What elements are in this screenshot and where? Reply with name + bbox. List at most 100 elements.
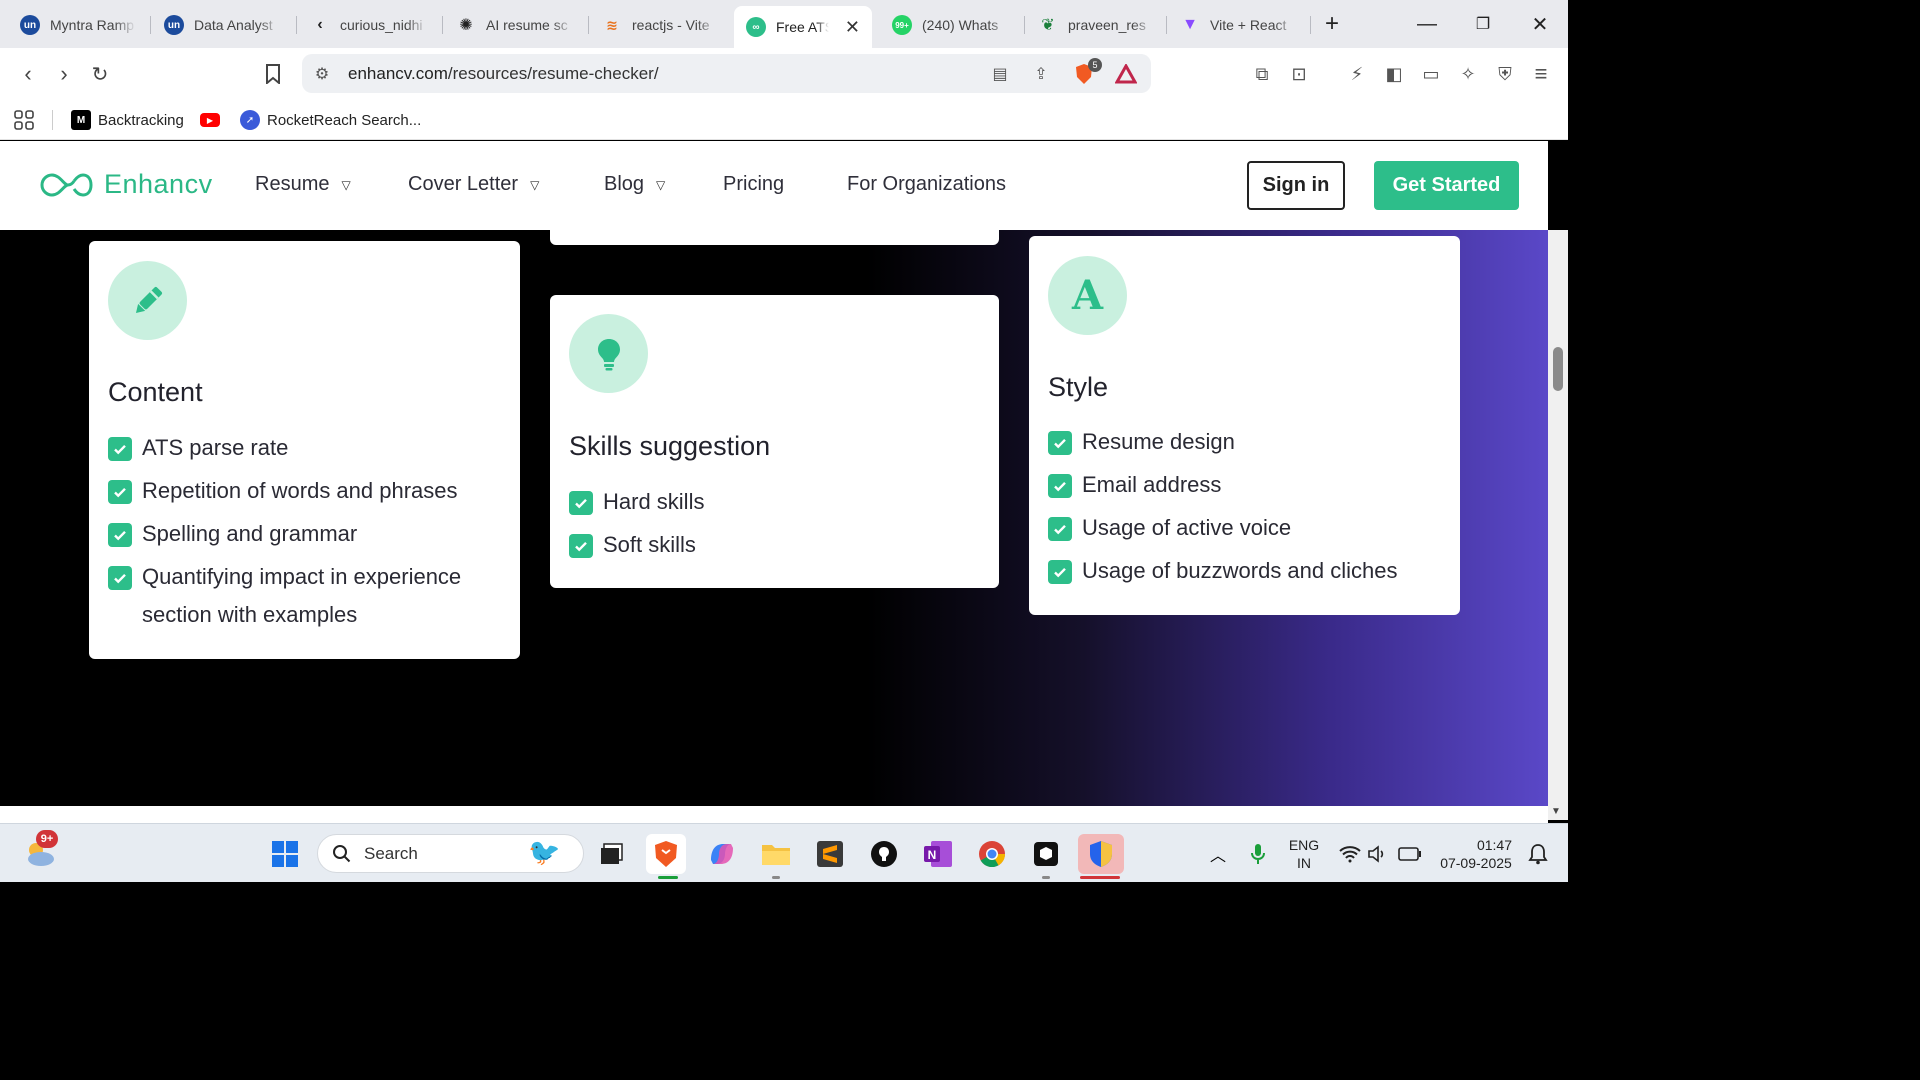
search-icon (333, 844, 351, 862)
enhancv-icon: ∞ (746, 17, 766, 37)
bookmark-youtube[interactable]: ▶ (200, 108, 220, 132)
rocketreach-icon: ➚ (240, 110, 260, 130)
task-view-icon[interactable] (592, 834, 632, 874)
new-tab-button[interactable]: + (1317, 10, 1347, 38)
vite-icon: ▼ (1182, 16, 1198, 33)
github-desktop-icon[interactable] (864, 834, 904, 874)
brave-browser-icon[interactable] (646, 834, 686, 874)
checkbox-checked-icon (1048, 517, 1072, 541)
address-bar[interactable]: ⚙ enhancv.com/resources/resume-checker/ … (302, 54, 1151, 93)
clock[interactable]: 01:47 07-09-2025 (1432, 836, 1520, 872)
windows-start-icon[interactable] (265, 834, 305, 874)
tab-ai-resume[interactable]: ✺ AI resume sc (444, 6, 586, 44)
bookmark-rocketreach[interactable]: ➚ RocketReach Search... (240, 108, 421, 132)
app-cube-icon[interactable] (1026, 834, 1066, 874)
list-item: Spelling and grammar (108, 515, 508, 553)
enhancv-logo[interactable]: Enhancv (38, 169, 213, 200)
stackoverflow-icon: ≋ (606, 16, 618, 33)
skills-card: Skills suggestion Hard skills Soft skill… (550, 295, 999, 588)
share-icon[interactable]: ⇪ (1029, 62, 1053, 86)
microphone-icon[interactable] (1238, 834, 1278, 874)
sidebar-icon[interactable]: ◧ (1382, 62, 1406, 86)
bookmark-backtracking[interactable]: M Backtracking (71, 108, 184, 132)
card-title: Skills suggestion (569, 431, 771, 461)
window-close-icon[interactable]: ✕ (1525, 10, 1555, 38)
browser-toolbar: ‹ › ↻ ⚙ enhancv.com/resources/resume-che… (0, 48, 1568, 100)
sublime-text-icon[interactable] (810, 834, 850, 874)
vpn-icon[interactable]: ⛨ (1493, 62, 1517, 86)
notifications-bell-icon[interactable] (1518, 834, 1558, 874)
tab-strip: un Myntra Ramp un Data Analyst ‹ curious… (0, 0, 1568, 48)
scrollbar-thumb[interactable] (1553, 347, 1563, 391)
svg-text:N: N (928, 848, 937, 862)
list-item: Usage of buzzwords and cliches (1048, 552, 1448, 590)
nav-cover-letter[interactable]: Cover Letter ▽ (408, 173, 539, 196)
tab-free-ats[interactable]: ∞ Free ATS ✕ (734, 6, 872, 48)
site-settings-icon[interactable]: ⚙ (310, 62, 334, 86)
list-item: Quantifying impact in experience section… (108, 558, 508, 634)
reader-mode-icon[interactable]: ▤ (988, 62, 1012, 86)
minimize-icon[interactable]: — (1412, 10, 1442, 38)
tab-reactjs-vite[interactable]: ≋ reactjs - Vite (590, 6, 730, 44)
checkbox-checked-icon (108, 480, 132, 504)
skills-checklist: Hard skills Soft skills (569, 483, 969, 569)
onenote-icon[interactable]: N (918, 834, 958, 874)
unstop-icon: un (20, 15, 40, 35)
tab-data-analyst[interactable]: un Data Analyst (152, 6, 292, 44)
chevron-up-icon[interactable]: ︿ (1198, 834, 1238, 874)
extensions-icon[interactable]: ⧉ (1250, 62, 1274, 86)
chrome-icon[interactable] (972, 834, 1012, 874)
copilot-icon[interactable] (702, 834, 742, 874)
battery-icon[interactable] (1390, 834, 1430, 874)
wallet-icon[interactable]: ▭ (1419, 62, 1443, 86)
menu-icon[interactable]: ≡ (1529, 61, 1553, 86)
checkbox-checked-icon (1048, 560, 1072, 584)
nav-for-organizations[interactable]: For Organizations (847, 173, 1006, 196)
tab-leetcode[interactable]: ‹ curious_nidhi (298, 6, 440, 44)
nav-resume[interactable]: Resume ▽ (255, 173, 351, 196)
checkbox-checked-icon (569, 491, 593, 515)
content-card: Content ATS parse rate Repetition of wor… (89, 241, 520, 659)
enhancv-logo-icon (40, 172, 93, 197)
youtube-icon: ▶ (200, 113, 220, 127)
checkbox-checked-icon (108, 437, 132, 461)
list-item: Email address (1048, 466, 1448, 504)
page-scrollbar[interactable] (1548, 230, 1568, 820)
speedreader-icon[interactable]: ⚡ (1345, 62, 1369, 86)
nav-pricing[interactable]: Pricing (723, 173, 784, 196)
tab-myntra[interactable]: un Myntra Ramp (8, 6, 148, 44)
taskbar-search[interactable]: Search 🐦 (317, 834, 584, 873)
tab-vite-react[interactable]: ▼ Vite + React (1168, 6, 1308, 44)
checkbox-checked-icon (1048, 474, 1072, 498)
notification-badge: 9+ (36, 830, 58, 848)
language-indicator[interactable]: ENG IN (1284, 836, 1324, 872)
scroll-down-arrow-icon[interactable]: ▼ (1551, 806, 1561, 817)
brave-rewards-icon[interactable] (1114, 62, 1138, 86)
content-checklist: ATS parse rate Repetition of words and p… (108, 429, 508, 639)
whatsapp-icon: 99+ (892, 15, 912, 35)
leo-ai-icon[interactable]: ✧ (1456, 62, 1480, 86)
sign-in-button[interactable]: Sign in (1247, 161, 1345, 210)
screenshot-icon[interactable]: ⊡ (1287, 62, 1311, 86)
list-item: ATS parse rate (108, 429, 508, 467)
windows-taskbar: 9+ Search 🐦 N ︿ ENG IN 01:47 07-09-2025 (0, 823, 1568, 882)
bookmark-icon[interactable] (259, 60, 287, 88)
list-item: Resume design (1048, 423, 1448, 461)
security-shield-icon[interactable] (1078, 834, 1124, 874)
file-explorer-icon[interactable] (756, 834, 796, 874)
list-item: Usage of active voice (1048, 509, 1448, 547)
tab-overleaf[interactable]: ❦ praveen_res (1026, 6, 1166, 44)
back-icon[interactable]: ‹ (14, 60, 42, 88)
shield-count-badge: 5 (1088, 58, 1102, 72)
reload-icon[interactable]: ↻ (86, 60, 114, 88)
list-item: Soft skills (569, 526, 969, 564)
apps-grid-icon[interactable] (14, 108, 34, 132)
restore-icon[interactable]: ❐ (1468, 10, 1498, 38)
close-tab-icon[interactable]: ✕ (845, 17, 860, 38)
url-text[interactable]: enhancv.com/resources/resume-checker/ (348, 64, 659, 84)
get-started-button[interactable]: Get Started (1374, 161, 1519, 210)
nav-blog[interactable]: Blog ▽ (604, 173, 665, 196)
card-title: Content (108, 377, 203, 407)
tab-whatsapp[interactable]: 99+ (240) Whats (880, 6, 1022, 44)
forward-icon[interactable]: › (50, 60, 78, 88)
